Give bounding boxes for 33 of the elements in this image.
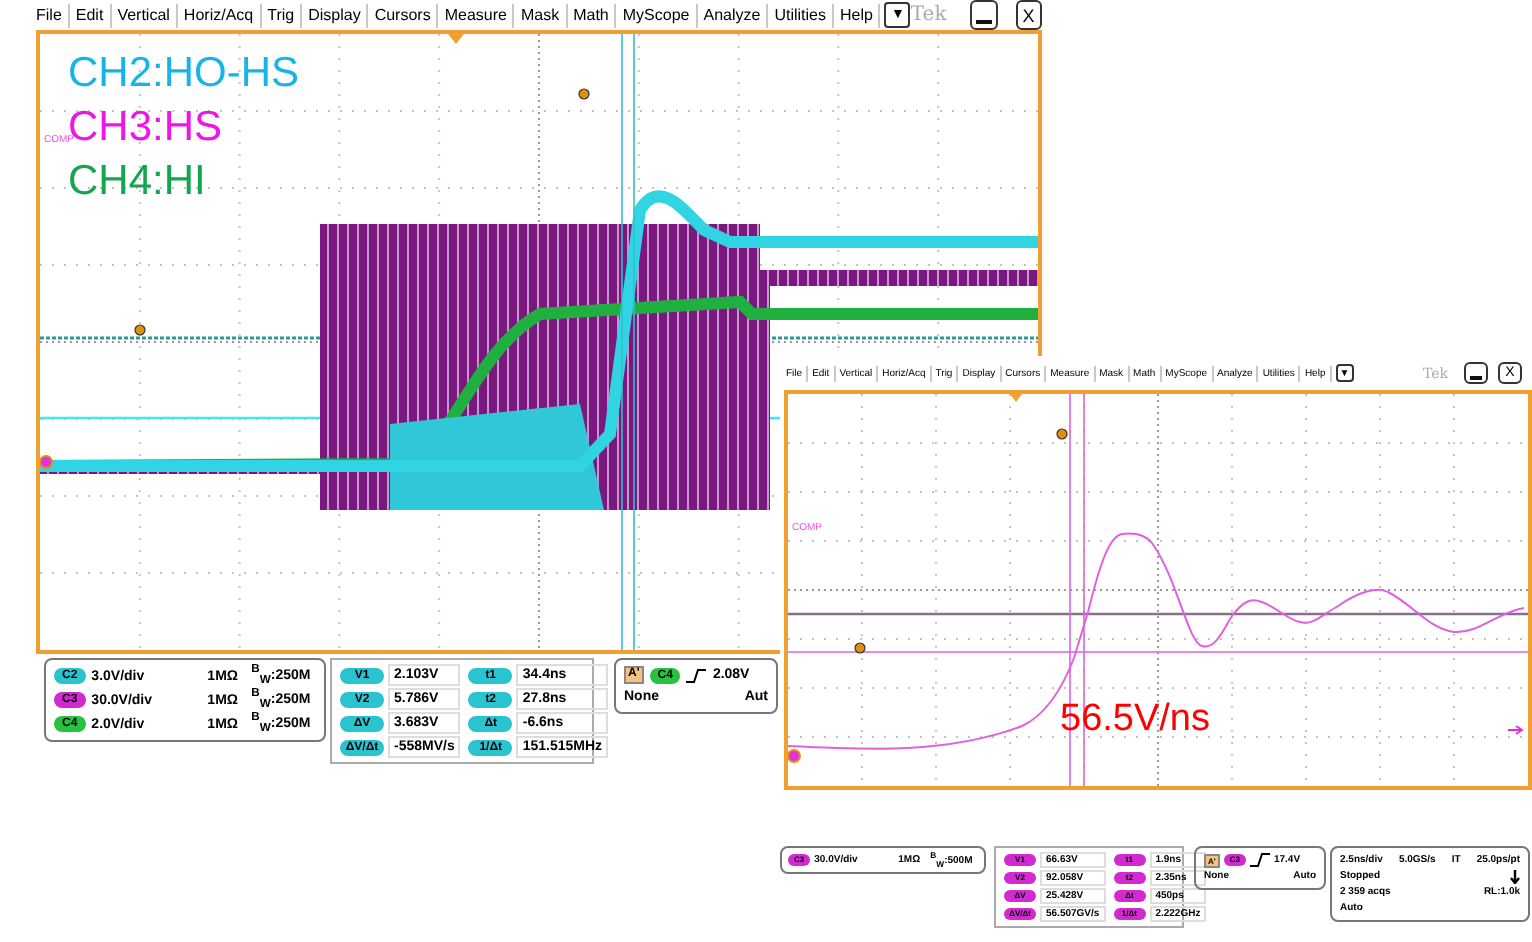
menu-item[interactable]: Edit — [69, 3, 112, 27]
menu-item[interactable]: Display — [302, 3, 369, 27]
menu-item[interactable]: Utilities — [768, 3, 834, 27]
channel-label: CH4:HI — [68, 156, 206, 208]
menu-item[interactable]: MyScope — [616, 3, 698, 27]
menu-item[interactable]: Horiz/Acq — [177, 3, 262, 27]
rising-edge-icon — [1249, 852, 1270, 868]
cursor-marker-icon — [578, 88, 590, 100]
channel-marker-icon — [40, 455, 53, 469]
close-button[interactable]: X — [1015, 0, 1042, 30]
menu-item[interactable]: Analyze — [697, 3, 769, 27]
menu-item[interactable]: Help — [834, 3, 881, 27]
minimize-icon — [1470, 375, 1482, 379]
channel-marker-icon — [788, 749, 801, 763]
minimize-button[interactable] — [1464, 362, 1488, 384]
cursor-marker-icon — [854, 642, 866, 654]
cursor-marker-icon — [1056, 428, 1068, 440]
brand-logo: Tek — [910, 4, 947, 26]
menu-item[interactable]: Trig — [261, 3, 303, 27]
menu-item[interactable]: Mask — [514, 3, 568, 27]
menu-item[interactable]: File — [30, 3, 70, 27]
cursor-marker-icon — [134, 324, 146, 336]
annotation-text: 56.5V/ns — [1060, 698, 1210, 742]
arrow-icon — [1507, 725, 1524, 735]
minimize-button[interactable] — [970, 0, 998, 30]
rising-edge-icon — [686, 667, 707, 683]
menu-item[interactable]: Measure — [438, 3, 515, 27]
menu-item[interactable]: Vertical — [111, 3, 178, 27]
menu-item[interactable]: Math — [567, 3, 617, 27]
channel-label: CH2:HO-HS — [68, 48, 300, 100]
minimize-icon — [975, 19, 992, 23]
menu-item[interactable]: Cursors — [368, 3, 439, 27]
down-arrow-icon — [1510, 869, 1520, 883]
